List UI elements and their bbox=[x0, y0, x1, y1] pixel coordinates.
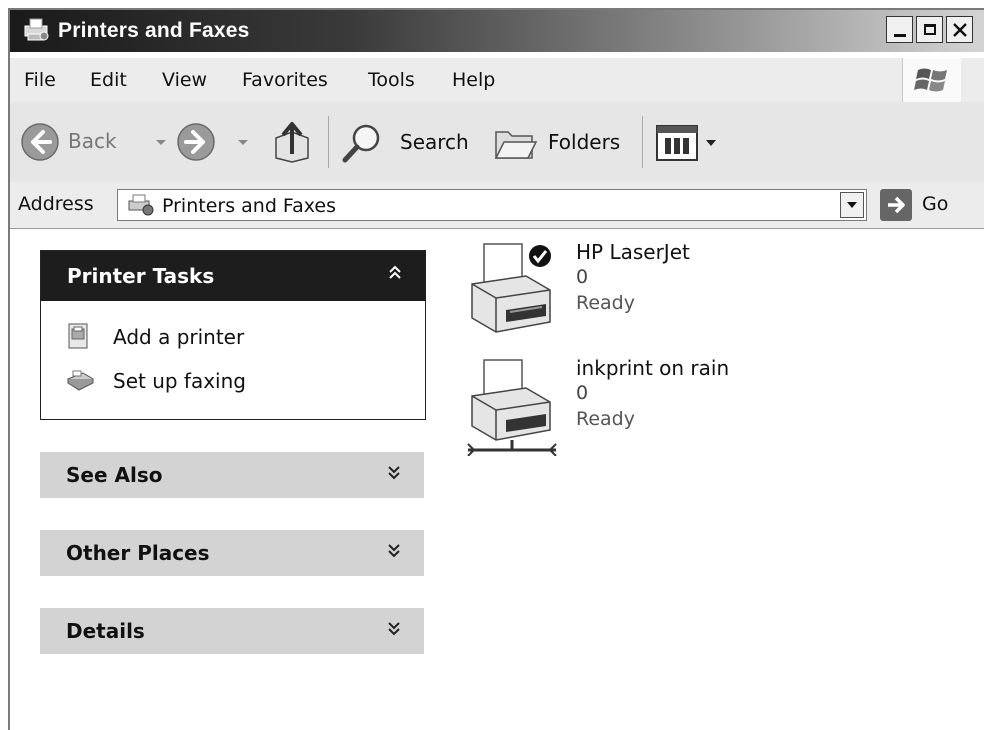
go-arrow-icon bbox=[888, 196, 905, 214]
printer-name: HP LaserJet bbox=[576, 240, 690, 264]
printer-name: inkprint on rain bbox=[576, 356, 730, 380]
printer-icon bbox=[471, 243, 551, 333]
search-button[interactable]: Search bbox=[340, 118, 474, 166]
go-button[interactable] bbox=[880, 189, 912, 221]
folders-label: Folders bbox=[548, 130, 621, 154]
add-printer-label: Add a printer bbox=[113, 325, 245, 349]
windows-flag-icon bbox=[914, 68, 947, 92]
windows-logo bbox=[902, 58, 961, 102]
printer-icon bbox=[128, 194, 154, 216]
printer-icon bbox=[24, 18, 49, 41]
back-label: Back bbox=[68, 129, 117, 153]
maximize-button[interactable] bbox=[916, 16, 943, 43]
printer-document-count: 0 bbox=[576, 382, 589, 404]
menu-view[interactable]: View bbox=[162, 69, 207, 91]
toolbar: Back Search Folders bbox=[10, 102, 984, 183]
menu-bar: File Edit View Favorites Tools Help bbox=[10, 58, 984, 103]
menu-help[interactable]: Help bbox=[452, 69, 495, 91]
printer-tasks-panel: Printer Tasks Add a printer Set up faxin… bbox=[40, 250, 426, 420]
set-up-faxing-link[interactable]: Set up faxing bbox=[41, 365, 425, 399]
up-folder-icon[interactable] bbox=[270, 120, 314, 164]
address-dropdown-button[interactable] bbox=[840, 192, 864, 218]
address-bar: Address Printers and Faxes Go bbox=[10, 182, 984, 229]
address-value: Printers and Faxes bbox=[162, 195, 337, 217]
folders-button[interactable]: Folders bbox=[492, 118, 622, 166]
folders-icon bbox=[494, 131, 538, 159]
menu-tools[interactable]: Tools bbox=[368, 69, 415, 91]
network-printer-icon bbox=[467, 359, 557, 456]
forward-dropdown-icon bbox=[238, 140, 248, 145]
chevron-down-icon[interactable] bbox=[386, 538, 402, 562]
menu-edit[interactable]: Edit bbox=[90, 69, 127, 91]
other-places-panel[interactable]: Other Places bbox=[40, 530, 424, 576]
details-panel[interactable]: Details bbox=[40, 608, 424, 654]
address-input[interactable]: Printers and Faxes bbox=[117, 189, 867, 221]
maximize-icon bbox=[923, 24, 936, 35]
printer-status: Ready bbox=[576, 292, 635, 314]
printer-tasks-title: Printer Tasks bbox=[67, 264, 215, 288]
toolbar-separator bbox=[642, 116, 643, 168]
chevron-down-icon[interactable] bbox=[386, 460, 402, 484]
back-dropdown-icon bbox=[156, 140, 166, 145]
address-label: Address bbox=[18, 193, 94, 215]
fax-icon bbox=[66, 370, 95, 391]
toolbar-separator bbox=[328, 116, 329, 168]
views-dropdown-icon bbox=[706, 140, 716, 146]
add-printer-link[interactable]: Add a printer bbox=[41, 321, 425, 355]
chevron-down-icon[interactable] bbox=[386, 616, 402, 640]
printer-item-hp-laserjet[interactable]: HP LaserJet 0 Ready bbox=[466, 240, 746, 350]
chevron-down-icon bbox=[847, 202, 857, 208]
printers-and-faxes-window: Printers and Faxes File Edit View Favori… bbox=[8, 8, 984, 730]
printer-item-inkprint-on-rain[interactable]: inkprint on rain 0 Ready bbox=[466, 356, 746, 466]
views-icon bbox=[656, 125, 698, 161]
window-title: Printers and Faxes bbox=[58, 19, 250, 42]
minimize-button[interactable] bbox=[886, 16, 913, 43]
forward-button[interactable] bbox=[176, 122, 248, 164]
close-icon bbox=[952, 22, 967, 37]
close-button[interactable] bbox=[946, 16, 973, 43]
details-title: Details bbox=[66, 619, 145, 643]
other-places-title: Other Places bbox=[66, 541, 210, 565]
minimize-icon bbox=[893, 34, 906, 37]
views-button[interactable] bbox=[656, 124, 728, 164]
see-also-panel[interactable]: See Also bbox=[40, 452, 424, 498]
menu-favorites[interactable]: Favorites bbox=[242, 69, 328, 91]
back-button[interactable]: Back bbox=[20, 122, 166, 164]
back-arrow-icon bbox=[21, 123, 59, 161]
search-icon bbox=[342, 124, 380, 163]
printer-document-count: 0 bbox=[576, 266, 589, 288]
go-label[interactable]: Go bbox=[922, 193, 948, 215]
printer-tasks-header[interactable]: Printer Tasks bbox=[41, 251, 425, 301]
title-bar[interactable]: Printers and Faxes bbox=[10, 10, 984, 52]
menu-file[interactable]: File bbox=[24, 69, 56, 91]
see-also-title: See Also bbox=[66, 463, 163, 487]
add-printer-icon bbox=[68, 323, 88, 349]
forward-arrow-icon bbox=[177, 123, 215, 161]
chevron-up-icon[interactable] bbox=[387, 261, 403, 285]
printer-status: Ready bbox=[576, 408, 635, 430]
set-up-faxing-label: Set up faxing bbox=[113, 369, 246, 393]
search-label: Search bbox=[400, 130, 469, 154]
